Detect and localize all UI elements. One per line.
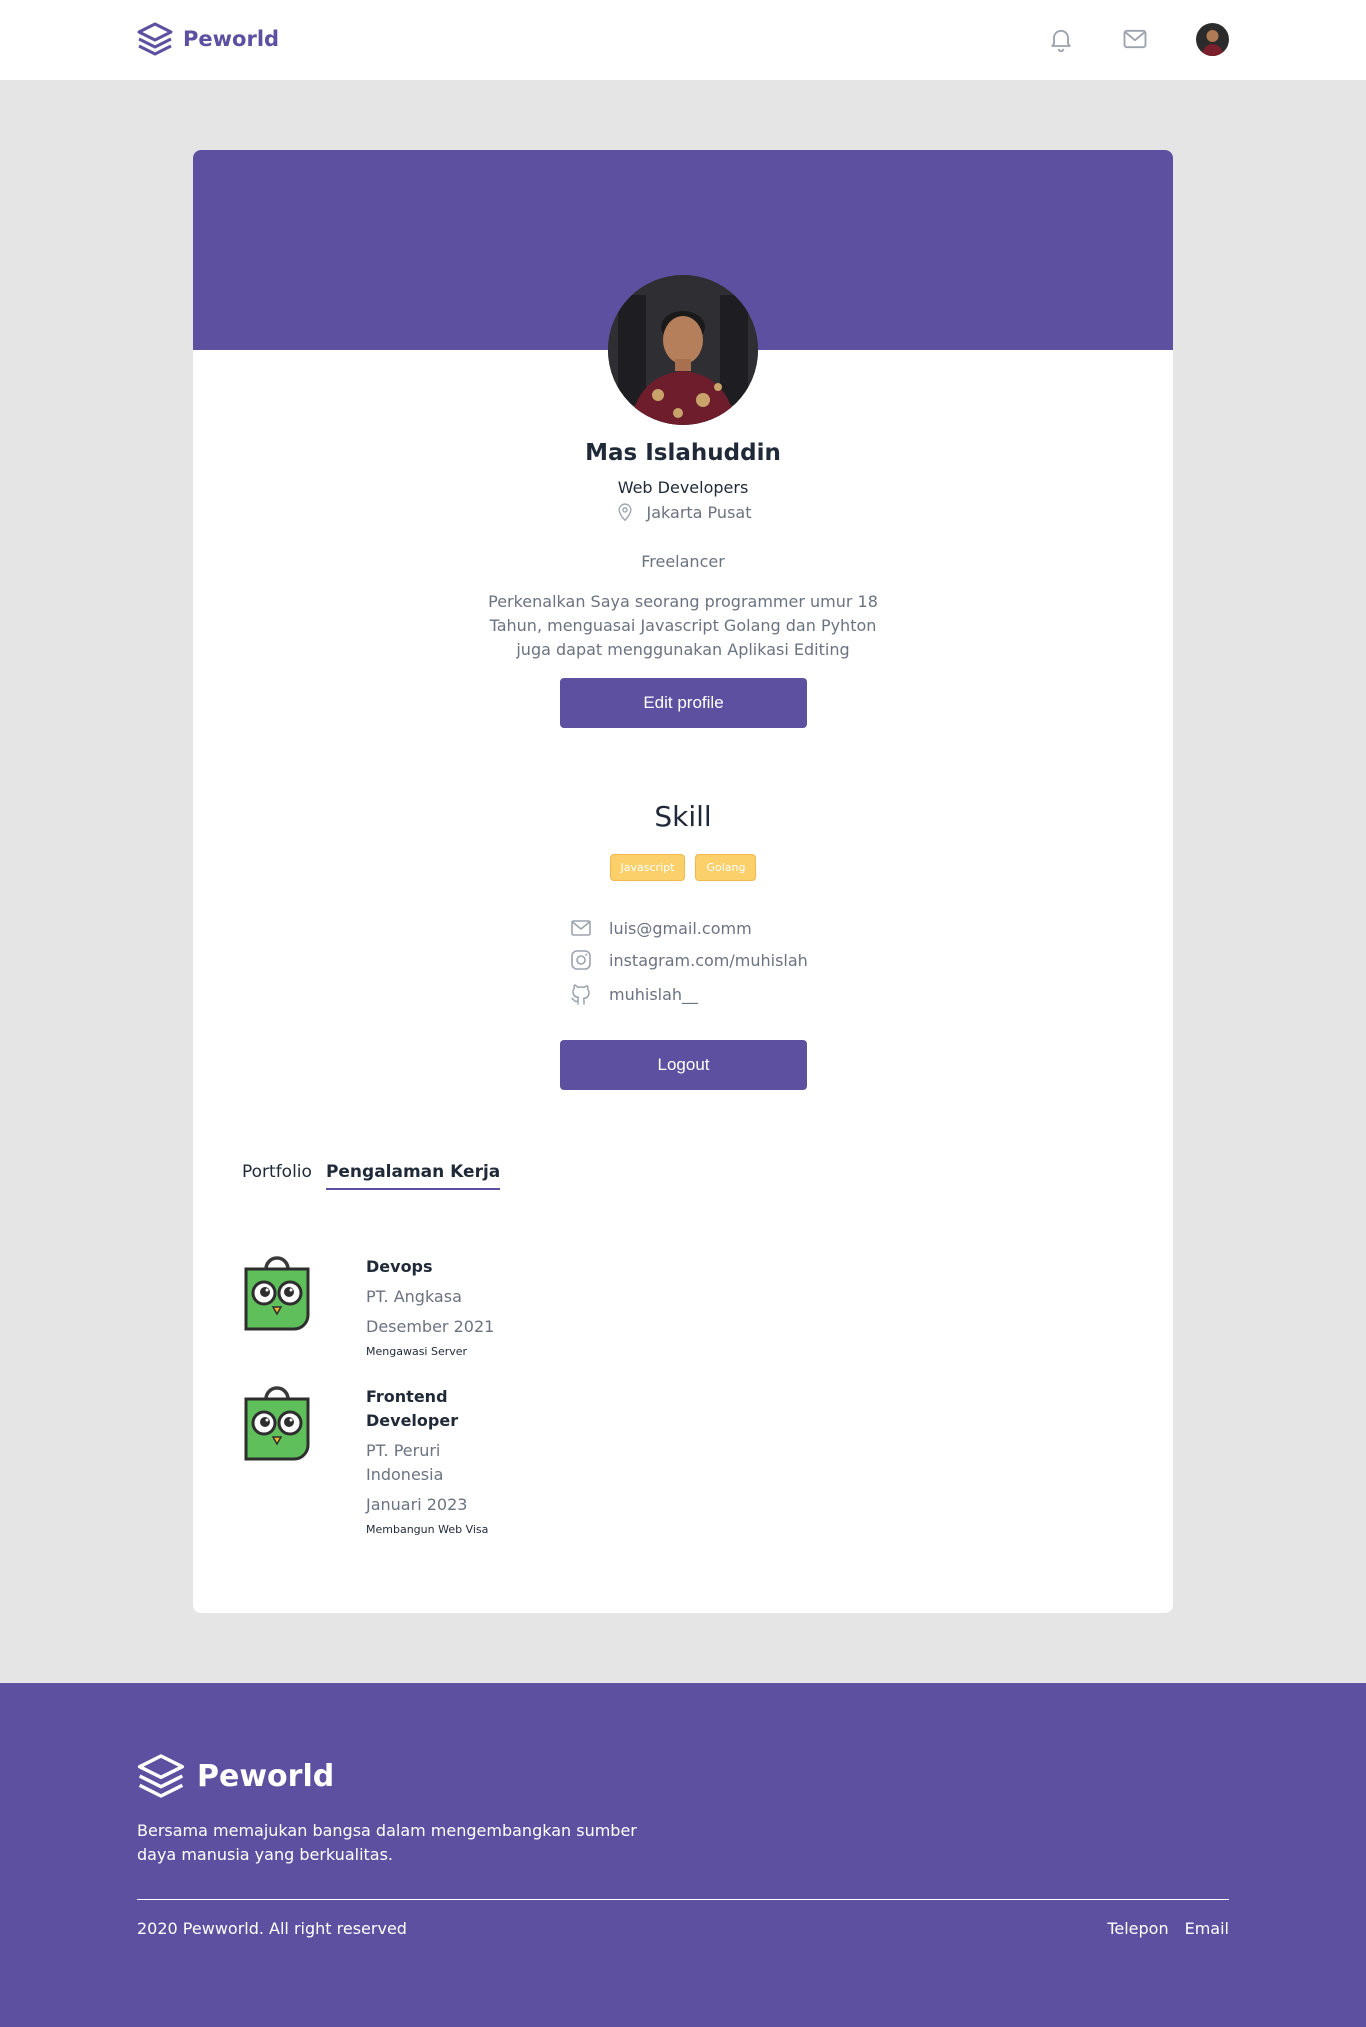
profile-status: Freelancer	[641, 552, 725, 571]
footer: Peworld Bersama memajukan bangsa dalam m…	[0, 1683, 1366, 2027]
location-text: Jakarta Pusat	[646, 502, 752, 522]
experience-description: Mengawasi Server	[366, 1345, 468, 1358]
experience-company: PT. Angkasa	[366, 1287, 462, 1306]
profile-card: Mas Islahuddin Web Developers Jakarta Pu…	[193, 150, 1173, 1613]
brand-logo[interactable]: Peworld	[137, 22, 279, 56]
github-text: muhislah__	[609, 984, 699, 1004]
email-text: luis@gmail.comm	[609, 918, 752, 938]
profile-role: Web Developers	[617, 478, 749, 497]
experience-date: Desember 2021	[366, 1317, 495, 1336]
mail-icon[interactable]	[1121, 25, 1149, 53]
footer-brand: Peworld	[137, 1753, 334, 1799]
github-icon	[571, 984, 590, 1005]
footer-divider	[137, 1899, 1229, 1900]
profile-avatar	[608, 275, 758, 425]
skill-badge: Javascript	[609, 854, 686, 881]
experience-date: Januari 2023	[366, 1495, 468, 1514]
company-logo-icon	[244, 1256, 310, 1331]
copyright-text: 2020 Pewworld. All right reserved	[137, 1919, 407, 1938]
tab-pengalaman-kerja[interactable]: Pengalaman Kerja	[325, 1162, 501, 1190]
profile-tabs: Portfolio Pengalaman Kerja	[242, 1162, 501, 1190]
footer-tagline: Bersama memajukan bangsa dalam mengemban…	[137, 1821, 637, 1864]
layers-logo-icon	[137, 1754, 185, 1798]
footer-brand-name: Peworld	[197, 1758, 335, 1794]
experience-position: Devops	[366, 1257, 433, 1276]
profile-location: Jakarta Pusat	[193, 502, 1173, 522]
profile-name: Mas Islahuddin	[585, 440, 781, 466]
profile-bio: Perkenalkan Saya seorang programmer umur…	[488, 592, 878, 659]
experience-details: Frontend Developer PT. Peruri Indonesia …	[366, 1385, 506, 1536]
contact-github[interactable]: muhislah__	[569, 982, 698, 1006]
footer-links: Telepon Email	[1107, 1919, 1229, 1938]
edit-profile-button[interactable]: Edit profile	[560, 678, 807, 728]
navbar: Peworld	[0, 0, 1366, 80]
skill-badge: Golang	[695, 854, 757, 881]
instagram-icon	[571, 950, 591, 970]
experience-position: Frontend Developer	[366, 1387, 459, 1430]
bell-icon[interactable]	[1047, 25, 1075, 53]
logout-button[interactable]: Logout	[560, 1040, 807, 1090]
experience-description: Membangun Web Visa	[366, 1523, 489, 1536]
tab-portfolio[interactable]: Portfolio	[242, 1162, 312, 1190]
instagram-text: instagram.com/muhislah	[609, 950, 808, 970]
layers-logo-icon	[137, 22, 173, 56]
skill-list: Javascript Golang	[193, 854, 1173, 881]
company-logo-icon	[244, 1386, 310, 1461]
brand-name: Peworld	[183, 27, 280, 51]
experience-details: Devops PT. Angkasa Desember 2021 Mengawa…	[366, 1255, 506, 1358]
map-pin-icon	[617, 503, 632, 522]
experience-company: PT. Peruri Indonesia	[366, 1441, 444, 1484]
footer-link-email[interactable]: Email	[1185, 1919, 1229, 1938]
contact-email[interactable]: luis@gmail.comm	[569, 916, 752, 940]
contact-instagram[interactable]: instagram.com/muhislah	[569, 948, 808, 972]
mail-icon	[571, 920, 591, 936]
skill-title: Skill	[654, 800, 712, 833]
user-avatar[interactable]	[1196, 23, 1229, 56]
footer-link-telepon[interactable]: Telepon	[1107, 1919, 1168, 1938]
